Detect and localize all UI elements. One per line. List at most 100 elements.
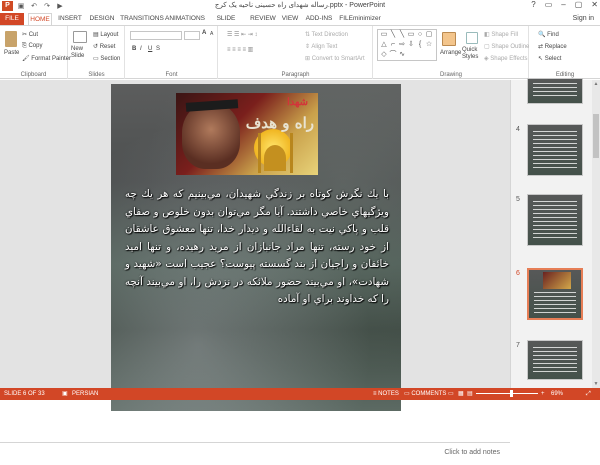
callout-shape-icon[interactable]: ◇ <box>380 51 388 59</box>
bracket-shape-icon[interactable]: ⌒ <box>389 51 397 59</box>
arrow-right-shape-icon[interactable]: ⇨ <box>398 41 406 49</box>
font-size-dropdown[interactable] <box>184 31 200 40</box>
tab-view[interactable]: VIEW <box>280 13 300 25</box>
shape-fill-button[interactable]: ◧ Shape Fill <box>484 31 518 38</box>
ribbon: Paste ✂ Cut ⎘ Copy 🖌 Format Painter Clip… <box>0 25 600 79</box>
dome-image <box>264 145 286 171</box>
thumbnails-scrollbar[interactable]: ▲ ▼ <box>592 80 600 388</box>
font-name-dropdown[interactable] <box>130 31 182 40</box>
zoom-slider[interactable] <box>476 393 538 394</box>
slide-thumbnail-6-selected[interactable] <box>527 268 583 320</box>
tab-add-ins[interactable]: ADD-INS <box>304 13 334 25</box>
triangle-shape-icon[interactable]: △ <box>380 41 388 49</box>
strikethrough-button[interactable]: S <box>156 46 160 52</box>
layout-button[interactable]: ▤ Layout <box>93 31 118 38</box>
paste-button[interactable]: Paste <box>4 50 19 56</box>
convert-smartart-button[interactable]: ⊞ Convert to SmartArt <box>305 55 365 62</box>
select-button[interactable]: ↖ Select <box>538 55 561 62</box>
slide-body-text[interactable]: با يك نگرش كوتاه بر زندگي شهيدان، مي‌بين… <box>125 186 389 309</box>
line-shape-icon-2[interactable]: ╲ <box>398 31 406 39</box>
shape-outline-button[interactable]: ▢ Shape Outline <box>484 43 529 50</box>
line-shape-icon[interactable]: ╲ <box>389 31 397 39</box>
tab-insert[interactable]: INSERT <box>57 13 83 25</box>
reset-button[interactable]: ↺ Reset <box>93 43 115 50</box>
oval-shape-icon[interactable]: ○ <box>416 31 424 39</box>
text-direction-button[interactable]: ⇅ Text Direction <box>305 31 348 38</box>
normal-view-icon[interactable]: ▭ <box>448 388 454 400</box>
window-title: رساله شهدای راه حسینی ناحیه یک کرج.pptx … <box>214 2 386 9</box>
slide-editor-area: شهدا راه و هدف با يك نگرش كوتاه بر زندگي… <box>0 80 510 465</box>
ribbon-display-button[interactable]: ▭ <box>545 0 553 9</box>
arrow-down-shape-icon[interactable]: ⇩ <box>407 41 415 49</box>
replace-button[interactable]: ⇄ Replace <box>538 43 567 50</box>
zoom-in-icon[interactable]: + <box>541 388 545 400</box>
increase-font-button[interactable]: A <box>202 30 206 36</box>
title-bar: P ▣ ↶ ↷ ▶ رساله شهدای راه حسینی ناحیه یک… <box>0 0 600 12</box>
italic-button[interactable]: I <box>140 46 142 52</box>
sign-in-link[interactable]: Sign in <box>573 13 594 25</box>
slide-thumbnail-4[interactable] <box>527 124 583 176</box>
shapes-gallery[interactable]: ▭ ╲ ╲ ▭ ○ ▢ △ ⌐ ⇨ ⇩ { ☆ ◇ ⌒ ∿ <box>377 29 437 61</box>
cut-button[interactable]: ✂ Cut <box>22 31 38 38</box>
paste-icon[interactable] <box>5 31 17 47</box>
minaret-image-2 <box>290 133 293 173</box>
tab-animations[interactable]: ANIMATIONS <box>165 13 205 25</box>
curve-shape-icon[interactable]: ∿ <box>398 51 406 59</box>
align-icons[interactable]: ≡ ≡ ≡ ≡ ▥ <box>227 46 253 53</box>
shape-effects-button[interactable]: ◈ Shape Effects <box>484 55 528 62</box>
bullets-icon[interactable]: ☰ ☰ ⇤ ⇥ ↕ <box>227 31 257 38</box>
decrease-font-button[interactable]: A <box>210 31 213 37</box>
tab-slide-show[interactable]: SLIDE SHOW <box>208 13 244 34</box>
language-indicator[interactable]: PERSIAN <box>72 388 98 400</box>
zoom-level[interactable]: 69% <box>551 388 563 400</box>
connector-shape-icon[interactable]: ⌐ <box>389 41 397 49</box>
scroll-up-arrow-icon[interactable]: ▲ <box>592 80 600 88</box>
format-painter-button[interactable]: 🖌 Format Painter <box>22 55 71 62</box>
slide-image[interactable]: شهدا راه و هدف <box>176 93 318 175</box>
paragraph-label: Paragraph <box>281 72 310 78</box>
new-slide-button[interactable]: New Slide <box>71 46 93 60</box>
slide-thumbnail-7[interactable] <box>527 340 583 380</box>
slide-thumbnails-pane: 4 5 6 7 ▲ ▼ <box>510 78 600 388</box>
help-button[interactable]: ? <box>531 0 535 9</box>
find-button[interactable]: 🔍 Find <box>538 31 559 38</box>
comments-button[interactable]: ▭ COMMENTS <box>404 388 446 400</box>
tab-review[interactable]: REVIEW <box>250 13 276 25</box>
bold-button[interactable]: B <box>132 46 136 52</box>
section-button[interactable]: ▭ Section <box>93 55 120 62</box>
notes-button[interactable]: ≡ NOTES <box>373 388 399 400</box>
rectangle-shape-icon[interactable]: ▭ <box>407 31 415 39</box>
maximize-button[interactable]: ▢ <box>575 0 583 9</box>
new-slide-icon[interactable] <box>73 31 87 43</box>
rounded-rect-shape-icon[interactable]: ▢ <box>425 31 433 39</box>
slide-thumbnail-3[interactable] <box>527 78 583 104</box>
star-shape-icon[interactable]: ☆ <box>425 41 433 49</box>
underline-button[interactable]: U <box>148 46 152 52</box>
tab-fileminimizer[interactable]: FILEminimizer <box>338 13 382 25</box>
minimize-button[interactable]: – <box>561 0 565 9</box>
close-button[interactable]: ✕ <box>591 0 598 9</box>
slide-thumbnail-5[interactable] <box>527 194 583 246</box>
tab-file[interactable]: FILE <box>0 13 24 25</box>
textbox-shape-icon[interactable]: ▭ <box>380 31 388 39</box>
spellcheck-icon[interactable]: ▣ <box>62 388 68 400</box>
slide-sorter-icon[interactable]: ▦ <box>458 388 464 400</box>
scroll-down-arrow-icon[interactable]: ▼ <box>592 380 600 388</box>
tab-transitions[interactable]: TRANSITIONS <box>120 13 164 25</box>
scrollbar-thumb[interactable] <box>593 114 599 158</box>
slide-canvas[interactable]: شهدا راه و هدف با يك نگرش كوتاه بر زندگي… <box>111 84 401 411</box>
copy-button[interactable]: ⎘ Copy <box>22 43 42 50</box>
zoom-slider-knob[interactable] <box>510 390 513 397</box>
slides-label: Slides <box>88 72 105 78</box>
fit-slide-icon[interactable]: ⤢ <box>586 388 591 400</box>
align-text-button[interactable]: ⇕ Align Text <box>305 43 337 50</box>
reading-view-icon[interactable]: ▤ <box>467 388 473 400</box>
arrange-icon[interactable] <box>442 32 456 46</box>
tab-home[interactable]: HOME <box>28 13 52 25</box>
brace-shape-icon[interactable]: { <box>416 41 424 49</box>
arrange-button[interactable]: Arrange <box>440 50 461 56</box>
quick-styles-button[interactable]: Quick Styles <box>462 47 482 61</box>
tab-design[interactable]: DESIGN <box>88 13 116 25</box>
quick-styles-icon[interactable] <box>466 32 478 44</box>
notes-pane[interactable]: Click to add notes <box>0 442 510 465</box>
